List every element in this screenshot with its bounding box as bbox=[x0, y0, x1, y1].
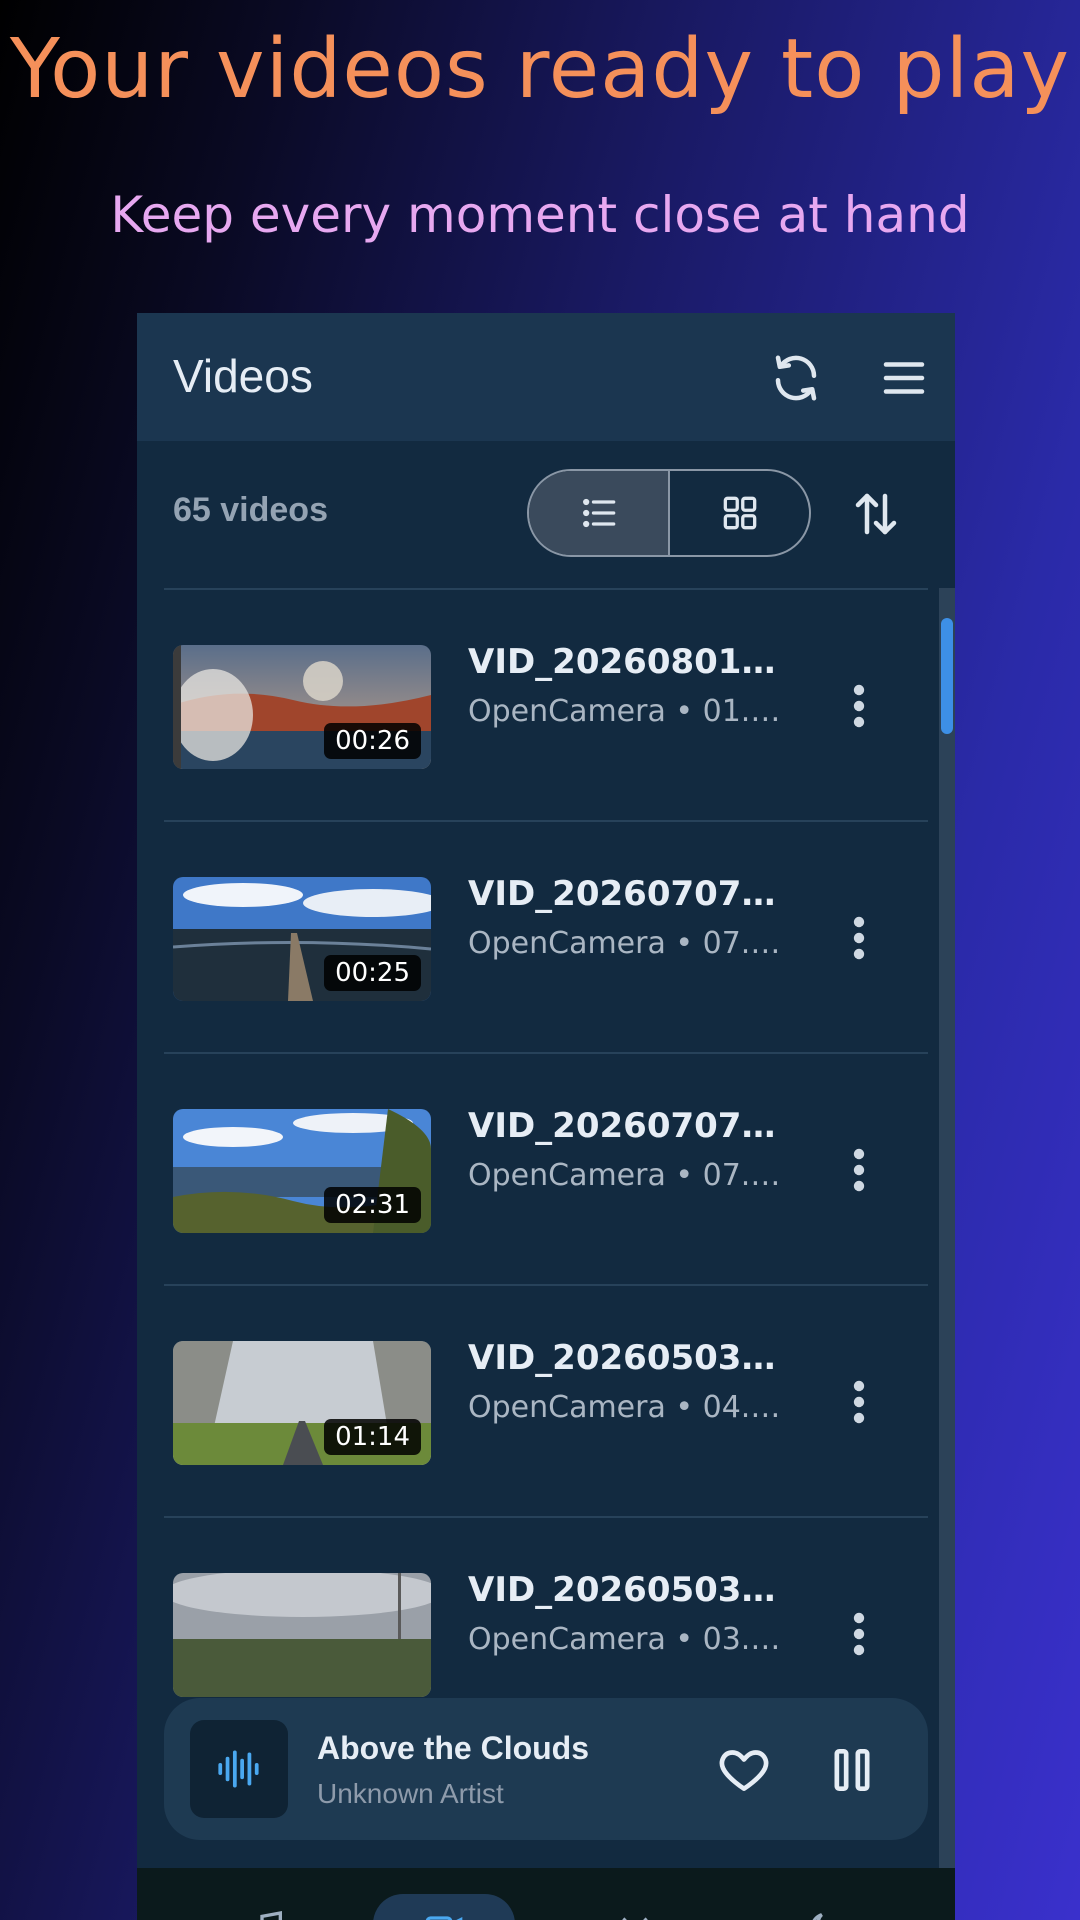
app-screen: Videos 65 videos 00:26 VID_20260801_1 Op… bbox=[137, 313, 955, 1920]
pause-icon[interactable] bbox=[824, 1742, 880, 1798]
view-mode-toggle bbox=[527, 469, 811, 557]
video-thumbnail[interactable]: 01:14 bbox=[173, 1341, 431, 1465]
thumbnail-image bbox=[173, 1573, 431, 1697]
video-subtitle: OpenCamera • 04.05.2026 bbox=[468, 1390, 788, 1425]
more-options-icon[interactable] bbox=[844, 682, 874, 730]
list-toolbar: 65 videos bbox=[137, 441, 955, 591]
grid-view-icon bbox=[723, 496, 756, 530]
video-subtitle: OpenCamera • 07.07.2026 bbox=[468, 1158, 788, 1193]
more-options-icon[interactable] bbox=[844, 1146, 874, 1194]
scrollbar-thumb[interactable] bbox=[941, 618, 953, 734]
video-count: 65 videos bbox=[173, 491, 328, 529]
more-options-icon[interactable] bbox=[844, 914, 874, 962]
page-title: Videos bbox=[173, 350, 313, 402]
list-view-button[interactable] bbox=[529, 471, 668, 555]
video-subtitle: OpenCamera • 01.08.2026 bbox=[468, 694, 788, 729]
video-title: VID_20260503_171830 bbox=[468, 1338, 788, 1378]
hero-title: Your videos ready to play bbox=[9, 22, 1071, 117]
list-item[interactable]: 01:14 VID_20260503_171830 OpenCamera • 0… bbox=[164, 1284, 928, 1516]
scrollbar-track[interactable] bbox=[939, 588, 955, 1920]
video-title: VID_20260801_143022 bbox=[468, 642, 788, 682]
video-duration: 00:25 bbox=[324, 955, 421, 991]
grid-view-button[interactable] bbox=[670, 471, 809, 555]
video-duration: 01:14 bbox=[324, 1419, 421, 1455]
video-title: VID_20260503_090214 bbox=[468, 1570, 788, 1610]
bottom-navigation bbox=[137, 1868, 955, 1920]
app-bar: Videos bbox=[137, 313, 955, 441]
sort-icon[interactable] bbox=[849, 487, 903, 541]
video-subtitle: OpenCamera • 07.07.2026 bbox=[468, 926, 788, 961]
track-artist: Unknown Artist bbox=[317, 1778, 504, 1809]
video-thumbnail[interactable]: 00:25 bbox=[173, 877, 431, 1001]
video-icon[interactable] bbox=[424, 1908, 464, 1920]
more-options-icon[interactable] bbox=[844, 1610, 874, 1658]
video-title: VID_20260707_105512 bbox=[468, 1106, 788, 1146]
moon-icon[interactable] bbox=[805, 1908, 845, 1920]
heart-icon[interactable] bbox=[716, 1742, 772, 1798]
radio-icon[interactable] bbox=[615, 1908, 655, 1920]
video-thumbnail[interactable] bbox=[173, 1573, 431, 1697]
hero-subtitle: Keep every moment close at hand bbox=[110, 186, 970, 244]
more-options-icon[interactable] bbox=[844, 1378, 874, 1426]
menu-icon[interactable] bbox=[877, 351, 931, 405]
album-art bbox=[190, 1720, 288, 1818]
video-thumbnail[interactable]: 02:31 bbox=[173, 1109, 431, 1233]
track-title: Above the Clouds bbox=[317, 1730, 590, 1766]
audio-waveform-icon bbox=[218, 1750, 259, 1788]
list-view-icon bbox=[582, 498, 615, 528]
video-duration: 02:31 bbox=[324, 1187, 421, 1223]
list-item[interactable]: 02:31 VID_20260707_105512 OpenCamera • 0… bbox=[164, 1052, 928, 1284]
video-thumbnail[interactable]: 00:26 bbox=[173, 645, 431, 769]
refresh-icon[interactable] bbox=[769, 351, 823, 405]
video-subtitle: OpenCamera • 03.05.2026 bbox=[468, 1622, 788, 1657]
music-note-icon[interactable] bbox=[247, 1908, 287, 1920]
list-item[interactable]: 00:25 VID_20260707_112045 OpenCamera • 0… bbox=[164, 820, 928, 1052]
video-title: VID_20260707_112045 bbox=[468, 874, 788, 914]
list-item[interactable]: 00:26 VID_20260801_143022 OpenCamera • 0… bbox=[164, 588, 928, 820]
video-duration: 00:26 bbox=[324, 723, 421, 759]
mini-player[interactable]: Above the Clouds Unknown Artist bbox=[164, 1698, 928, 1840]
